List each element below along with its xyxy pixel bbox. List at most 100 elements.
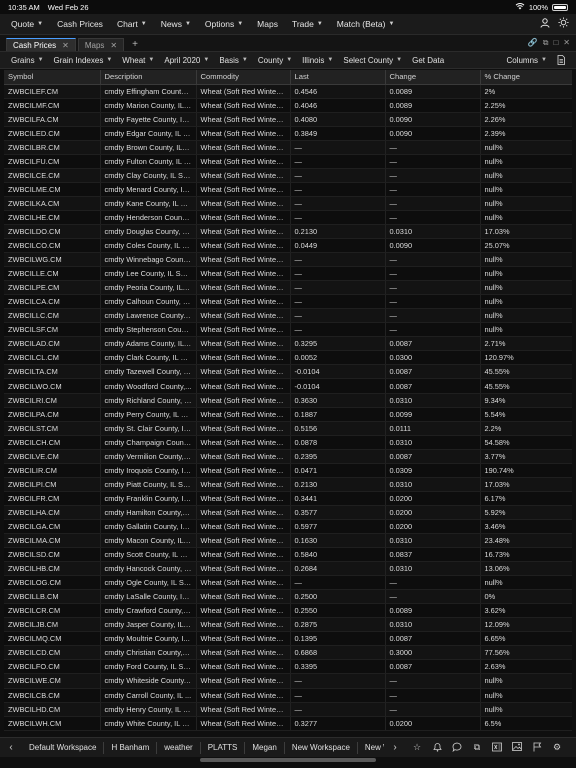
table-row[interactable]: ZWBCILKA.CM cmdty Kane County, IL So... Wh…	[4, 196, 572, 211]
table-row[interactable]: ZWBCILWG.CM cmdty Winnebago Count... Wheat…	[4, 252, 572, 268]
table-row[interactable]: ZWBCILPI.CM cmdty Piatt County, IL Sof...…	[4, 477, 572, 492]
user-icon[interactable]	[536, 17, 554, 31]
state-dropdown[interactable]: Illinois ▼	[297, 56, 338, 65]
workspace-new-wor[interactable]: New Wor	[358, 742, 384, 754]
table-row[interactable]: ZWBCILHD.CM cmdty Henry County, IL S... Wh…	[4, 702, 572, 717]
col-header-description[interactable]: Description	[100, 70, 197, 85]
table-row[interactable]: ZWBCILWO.CM cmdty Woodford County,... Whea…	[4, 378, 572, 394]
table-row[interactable]: ZWBCILTA.CM cmdty Tazewell County, I... Wh…	[4, 364, 572, 380]
close-panel-icon[interactable]: ✕	[563, 38, 570, 48]
table-row[interactable]: ZWBCILMQ.CM cmdty Moultrie County, I... Wh…	[4, 631, 572, 647]
col-header-commodity[interactable]: Commodity	[196, 70, 291, 85]
table-row[interactable]: ZWBCILRI.CM cmdty Richland County, I... Wh…	[4, 393, 572, 408]
add-tab-icon[interactable]: +	[126, 38, 144, 51]
col-header-change[interactable]: Change	[385, 70, 481, 85]
brightness-icon[interactable]	[554, 17, 572, 31]
workspace-platts[interactable]: PLATTS	[201, 741, 246, 754]
workspace-weather[interactable]: weather	[157, 741, 201, 754]
table-row[interactable]: ZWBCILJB.CM cmdty Jasper County, IL S... W…	[4, 617, 572, 633]
table-row[interactable]: ZWBCILLB.CM cmdty LaSalle County, IL ... W…	[4, 589, 572, 605]
bell-icon[interactable]	[430, 742, 444, 754]
table-row[interactable]: ZWBCILDO.CM cmdty Douglas County, IL ... W…	[4, 224, 572, 240]
workspace-new-workspace[interactable]: New Workspace	[285, 741, 358, 754]
table-row[interactable]: ZWBCILFU.CM cmdty Fulton County, IL S... W…	[4, 154, 572, 169]
change-cell: —	[385, 294, 481, 310]
table-row[interactable]: ZWBCILFA.CM cmdty Fayette County, IL ... W…	[4, 112, 572, 127]
table-row[interactable]: ZWBCILHA.CM cmdty Hamilton County, I... Wh…	[4, 505, 572, 520]
table-row[interactable]: ZWBCILAD.CM cmdty Adams County, IL S... Wh…	[4, 336, 572, 352]
workspace-h-banham[interactable]: H Banham	[104, 741, 158, 754]
columns-dropdown[interactable]: Columns ▼	[501, 56, 552, 65]
excel-icon[interactable]	[490, 742, 504, 754]
tab-maps[interactable]: Maps ✕	[77, 38, 125, 51]
menu-cash-prices[interactable]: Cash Prices	[50, 19, 110, 29]
table-row[interactable]: ZWBCILST.CM cmdty St. Clair County, IL ..…	[4, 421, 572, 436]
table-row[interactable]: ZWBCILMA.CM cmdty Macon County, IL S... Wh…	[4, 533, 572, 549]
table-row[interactable]: ZWBCILVE.CM cmdty Vermilion County, I... W…	[4, 449, 572, 464]
table-row[interactable]: ZWBCILFO.CM cmdty Ford County, IL Sof... W…	[4, 659, 572, 675]
menu-match-beta[interactable]: Match (Beta) ▼	[330, 19, 402, 29]
table-row[interactable]: ZWBCILCL.CM cmdty Clark County, IL So... W…	[4, 350, 572, 366]
table-row[interactable]: ZWBCILCR.CM cmdty Crawford County, I... Wh…	[4, 603, 572, 619]
table-row[interactable]: ZWBCILPA.CM cmdty Perry County, IL So... W…	[4, 407, 572, 422]
table-row[interactable]: ZWBCILCO.CM cmdty Coles County, IL So... W…	[4, 238, 572, 254]
workspace-megan[interactable]: Megan	[245, 741, 285, 754]
table-row[interactable]: ZWBCILFR.CM cmdty Franklin County, IL... W…	[4, 491, 572, 506]
close-icon[interactable]: ✕	[62, 41, 69, 50]
select-county-dropdown[interactable]: Select County ▼	[338, 56, 407, 65]
month-dropdown[interactable]: April 2020 ▼	[159, 56, 214, 65]
chat-icon[interactable]	[450, 742, 464, 754]
menu-news[interactable]: News ▼	[154, 19, 198, 29]
table-row[interactable]: ZWBCILIR.CM cmdty Iroquois County, IL... W…	[4, 463, 572, 478]
image-icon[interactable]	[510, 741, 524, 754]
table-row[interactable]: ZWBCILMF.CM cmdty Marion County, IL ... Wh…	[4, 98, 572, 113]
table-row[interactable]: ZWBCILCA.CM cmdty Calhoun County, IL... Wh…	[4, 294, 572, 310]
table-row[interactable]: ZWBCILCB.CM cmdty Carroll County, IL ... W…	[4, 688, 572, 703]
table-row[interactable]: ZWBCILHE.CM cmdty Henderson County... Whea…	[4, 210, 572, 225]
table-row[interactable]: ZWBCILSD.CM cmdty Scott County, IL So... W…	[4, 547, 572, 563]
link-icon[interactable]: 🔗	[528, 38, 538, 48]
table-row[interactable]: ZWBCILWE.CM cmdty Whiteside County, ... Wh…	[4, 673, 572, 689]
chevron-left-icon[interactable]: ‹	[0, 742, 22, 753]
county-dropdown[interactable]: County ▼	[253, 56, 297, 65]
table-row[interactable]: ZWBCILHB.CM cmdty Hancock County, I... Whe…	[4, 561, 572, 577]
get-data-button[interactable]: Get Data	[407, 56, 449, 65]
table-row[interactable]: ZWBCILCD.CM cmdty Christian County, I... W…	[4, 645, 572, 661]
col-header-last[interactable]: Last	[290, 70, 386, 85]
grains-dropdown[interactable]: Grains ▼	[6, 56, 49, 65]
table-row[interactable]: ZWBCILWH.CM cmdty White County, IL S... Wh…	[4, 716, 572, 731]
table-row[interactable]: ZWBCILSF.CM cmdty Stephenson Count... Whea…	[4, 322, 572, 338]
chevron-right-icon[interactable]: ›	[384, 742, 406, 753]
basis-dropdown[interactable]: Basis ▼	[214, 56, 253, 65]
col-header-pct-change[interactable]: % Change	[480, 70, 572, 85]
maximize-icon[interactable]: □	[553, 38, 558, 48]
table-row[interactable]: ZWBCILOG.CM cmdty Ogle County, IL Sof... W…	[4, 575, 572, 591]
table-row[interactable]: ZWBCILBR.CM cmdty Brown County, IL S... Wh…	[4, 140, 572, 155]
menu-options[interactable]: Options ▼	[198, 19, 250, 29]
table-row[interactable]: ZWBCILGA.CM cmdty Gallatin County, IL ...…	[4, 519, 572, 535]
flag-icon[interactable]	[530, 742, 544, 754]
close-icon[interactable]: ✕	[110, 41, 117, 50]
table-row[interactable]: ZWBCILCH.CM cmdty Champaign County... Whea…	[4, 435, 572, 450]
table-row[interactable]: ZWBCILED.CM cmdty Edgar County, IL S... Wh…	[4, 126, 572, 141]
workspace-default[interactable]: Default Workspace	[22, 741, 105, 754]
table-row[interactable]: ZWBCILPE.CM cmdty Peoria County, IL S... W…	[4, 280, 572, 296]
menu-quote[interactable]: Quote ▼	[4, 19, 50, 29]
export-icon[interactable]	[552, 55, 570, 65]
table-row[interactable]: ZWBCILLC.CM cmdty Lawrence County, I... Wh…	[4, 308, 572, 324]
table-row[interactable]: ZWBCILLE.CM cmdty Lee County, IL Soft ...…	[4, 266, 572, 282]
table-row[interactable]: ZWBCILCE.CM cmdty Clay County, IL Sof... W…	[4, 168, 572, 183]
menu-maps[interactable]: Maps	[250, 19, 285, 29]
menu-trade[interactable]: Trade ▼	[285, 19, 330, 29]
menu-chart[interactable]: Chart ▼	[110, 19, 154, 29]
table-row[interactable]: ZWBCILME.CM cmdty Menard County, IL ... Wh…	[4, 182, 572, 197]
popout-icon[interactable]: ⧉	[543, 38, 549, 48]
gear-icon[interactable]: ⚙	[550, 742, 564, 754]
table-row[interactable]: ZWBCILEF.CM cmdty Effingham County, IL...…	[4, 84, 572, 99]
copy-icon[interactable]: ⧉	[470, 742, 484, 754]
star-icon[interactable]: ☆	[410, 742, 424, 754]
tab-cash-prices[interactable]: Cash Prices ✕	[6, 38, 76, 51]
grain-indexes-dropdown[interactable]: Grain Indexes ▼	[49, 56, 118, 65]
col-header-symbol[interactable]: Symbol	[4, 70, 101, 85]
wheat-dropdown[interactable]: Wheat ▼	[117, 56, 159, 65]
